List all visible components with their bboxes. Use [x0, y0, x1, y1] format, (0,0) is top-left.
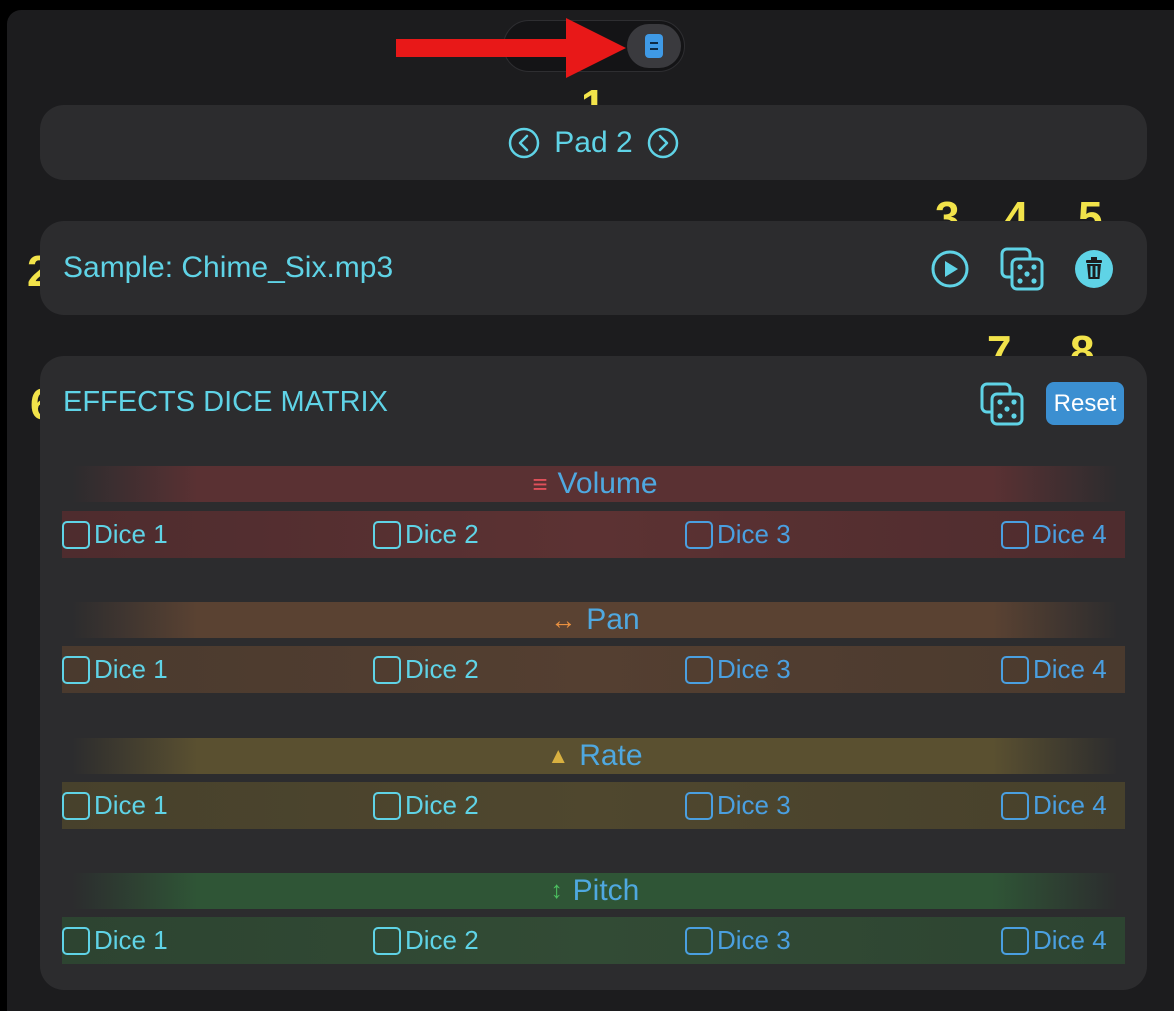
- checkbox-pan-dice-4[interactable]: Dice 4: [1001, 654, 1107, 685]
- checkbox-volume-dice-2[interactable]: Dice 2: [373, 519, 479, 550]
- checkbox-box[interactable]: [685, 520, 713, 549]
- dice-row-pan: Dice 1 Dice 2 Dice 3 Dice 4: [62, 646, 1125, 693]
- pitch-icon: ↕: [550, 877, 563, 904]
- effect-header-pitch: ↕ Pitch: [72, 873, 1118, 909]
- checkbox-pitch-dice-2[interactable]: Dice 2: [373, 925, 479, 956]
- checkbox-box[interactable]: [1001, 926, 1029, 955]
- dice-label: Dice 1: [94, 925, 168, 955]
- effects-dice-matrix-card: EFFECTS DICE MATRIX Reset ≡ Volume Dice …: [40, 356, 1147, 990]
- pan-arrows-icon: ↔: [550, 604, 577, 635]
- checkbox-box[interactable]: [685, 655, 713, 684]
- checkbox-box[interactable]: [373, 791, 401, 820]
- checkbox-box[interactable]: [62, 926, 90, 955]
- pad-selector-card: Pad 2: [40, 105, 1147, 180]
- trash-icon[interactable]: [1074, 249, 1114, 289]
- dice-label: Dice 2: [405, 519, 479, 549]
- checkbox-pan-dice-1[interactable]: Dice 1: [62, 654, 168, 685]
- checkbox-pan-dice-3[interactable]: Dice 3: [685, 654, 791, 685]
- dice-row-pitch: Dice 1 Dice 2 Dice 3 Dice 4: [62, 917, 1125, 964]
- dice-label: Dice 4: [1033, 925, 1107, 955]
- volume-icon: ≡: [532, 468, 548, 499]
- matrix-title: EFFECTS DICE MATRIX: [63, 386, 388, 418]
- document-sliders-icon[interactable]: [645, 34, 663, 58]
- effect-label-rate: Rate: [579, 739, 643, 772]
- rate-triangle-icon: ▲: [547, 743, 570, 768]
- dice-label: Dice 4: [1033, 654, 1107, 684]
- dice-label: Dice 2: [405, 654, 479, 684]
- dice-icon[interactable]: [1000, 247, 1046, 291]
- chevron-right-circle-icon[interactable]: [647, 127, 679, 159]
- effect-label-volume: Volume: [557, 467, 658, 500]
- dice-label: Dice 2: [405, 925, 479, 955]
- dice-label: Dice 3: [717, 519, 791, 549]
- checkbox-box[interactable]: [1001, 520, 1029, 549]
- effect-label-pan: Pan: [586, 603, 640, 636]
- dice-row-rate: Dice 1 Dice 2 Dice 3 Dice 4: [62, 782, 1125, 829]
- annotation-arrow-icon: [396, 18, 626, 78]
- effect-header-rate: ▲ Rate: [72, 738, 1118, 774]
- dice-label: Dice 1: [94, 790, 168, 820]
- checkbox-box[interactable]: [62, 655, 90, 684]
- effect-header-volume: ≡ Volume: [72, 466, 1118, 502]
- dice-label: Dice 4: [1033, 790, 1107, 820]
- checkbox-box[interactable]: [685, 926, 713, 955]
- dice-row-volume: Dice 1 Dice 2 Dice 3 Dice 4: [62, 511, 1125, 558]
- sample-card: Sample: Chime_Six.mp3: [40, 221, 1147, 315]
- dice-label: Dice 2: [405, 790, 479, 820]
- reset-button[interactable]: Reset: [1046, 382, 1124, 425]
- chevron-left-circle-icon[interactable]: [508, 127, 540, 159]
- checkbox-box[interactable]: [62, 520, 90, 549]
- checkbox-volume-dice-1[interactable]: Dice 1: [62, 519, 168, 550]
- checkbox-pitch-dice-3[interactable]: Dice 3: [685, 925, 791, 956]
- pad-selector: Pad 2: [40, 123, 1147, 163]
- checkbox-box[interactable]: [373, 926, 401, 955]
- checkbox-volume-dice-4[interactable]: Dice 4: [1001, 519, 1107, 550]
- checkbox-volume-dice-3[interactable]: Dice 3: [685, 519, 791, 550]
- checkbox-box[interactable]: [1001, 655, 1029, 684]
- pad-label: Pad 2: [554, 126, 633, 159]
- checkbox-pitch-dice-1[interactable]: Dice 1: [62, 925, 168, 956]
- dice-label: Dice 3: [717, 925, 791, 955]
- dice-label: Dice 1: [94, 654, 168, 684]
- checkbox-pan-dice-2[interactable]: Dice 2: [373, 654, 479, 685]
- checkbox-box[interactable]: [373, 520, 401, 549]
- effect-label-pitch: Pitch: [572, 874, 640, 907]
- checkbox-rate-dice-2[interactable]: Dice 2: [373, 790, 479, 821]
- checkbox-rate-dice-3[interactable]: Dice 3: [685, 790, 791, 821]
- checkbox-pitch-dice-4[interactable]: Dice 4: [1001, 925, 1107, 956]
- dice-label: Dice 4: [1033, 519, 1107, 549]
- checkbox-rate-dice-4[interactable]: Dice 4: [1001, 790, 1107, 821]
- checkbox-box[interactable]: [1001, 791, 1029, 820]
- dice-label: Dice 3: [717, 790, 791, 820]
- dice-icon[interactable]: [980, 382, 1026, 426]
- checkbox-box[interactable]: [373, 655, 401, 684]
- checkbox-box[interactable]: [685, 791, 713, 820]
- sample-label: Sample: Chime_Six.mp3: [63, 251, 394, 284]
- dice-label: Dice 1: [94, 519, 168, 549]
- dice-label: Dice 3: [717, 654, 791, 684]
- checkbox-rate-dice-1[interactable]: Dice 1: [62, 790, 168, 821]
- play-circle-icon[interactable]: [930, 249, 970, 289]
- effect-header-pan: ↔ Pan: [72, 602, 1118, 638]
- checkbox-box[interactable]: [62, 791, 90, 820]
